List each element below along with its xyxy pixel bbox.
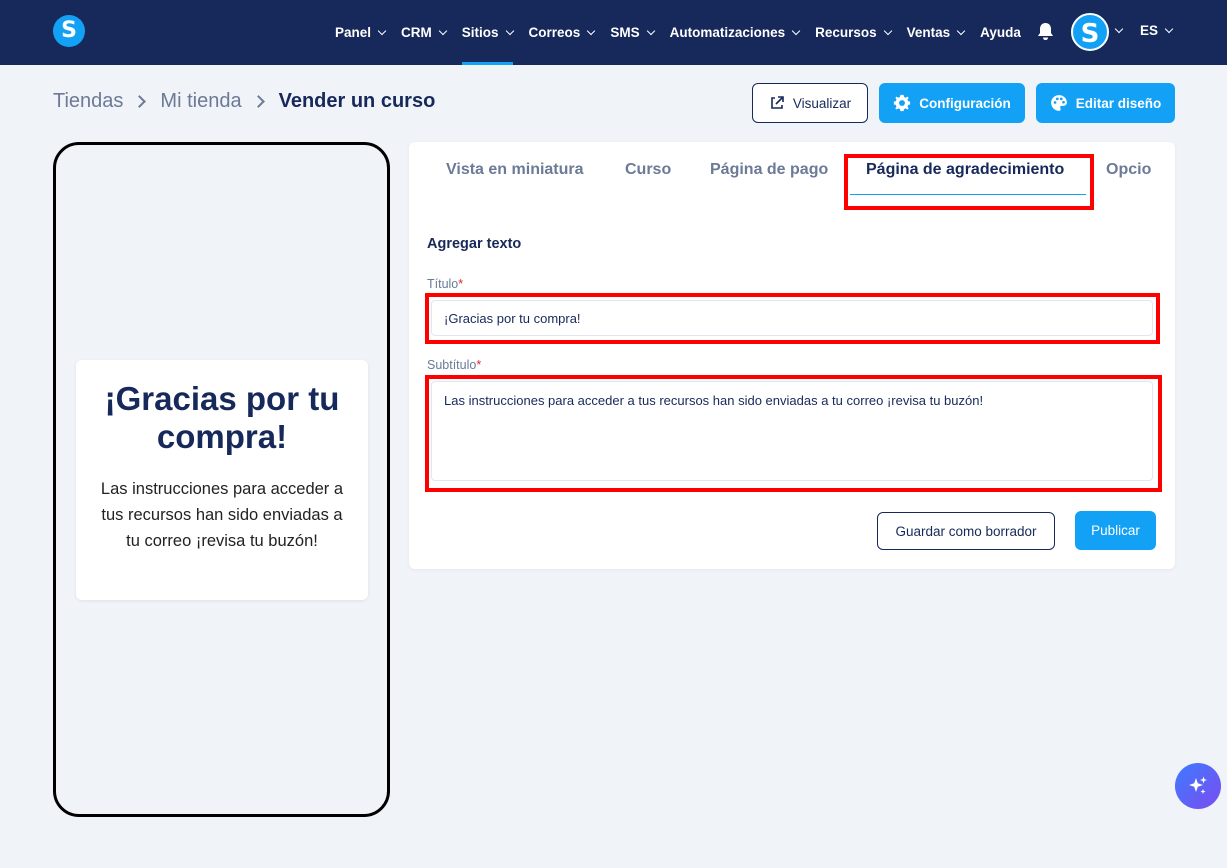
chevron-down-icon[interactable] — [1114, 24, 1124, 34]
nav-item-ayuda[interactable]: Ayuda — [980, 0, 1021, 65]
chevron-down-icon — [438, 26, 448, 35]
gear-icon — [894, 94, 911, 112]
tab-thumbnail[interactable]: Vista en miniatura — [446, 161, 584, 179]
nav-label: Ventas — [906, 25, 951, 40]
subtitle-field-label: Subtítulo* — [427, 358, 481, 372]
nav-item-sms[interactable]: SMS — [610, 0, 655, 65]
nav-item-sitios[interactable]: Sitios — [461, 0, 514, 65]
phone-preview: ¡Gracias por tu compra! Las instruccione… — [53, 142, 390, 817]
nav-label: Panel — [335, 25, 372, 40]
save-draft-label: Guardar como borrador — [895, 523, 1037, 539]
chevron-down-icon[interactable] — [1164, 24, 1174, 34]
active-tab-indicator — [850, 194, 1086, 195]
save-draft-button[interactable]: Guardar como borrador — [877, 512, 1055, 550]
publish-label: Publicar — [1091, 523, 1140, 538]
top-navbar: S Panel CRM Sitios Correos SMS Automatiz… — [0, 0, 1227, 65]
nav-item-panel[interactable]: Panel — [335, 0, 387, 65]
chevron-down-icon — [587, 26, 596, 35]
edit-design-button[interactable]: Editar diseño — [1036, 83, 1175, 123]
chevron-right-icon — [133, 95, 147, 108]
chevron-down-icon — [883, 26, 892, 35]
bell-icon[interactable] — [1037, 22, 1054, 41]
tab-course[interactable]: Curso — [625, 161, 671, 179]
chevron-down-icon — [377, 26, 387, 35]
nav-label: Sitios — [461, 25, 499, 40]
title-field-label: Título* — [427, 277, 463, 291]
settings-button[interactable]: Configuración — [879, 83, 1025, 123]
settings-button-label: Configuración — [919, 95, 1011, 111]
nav-label: Automatizaciones — [669, 25, 786, 40]
preview-button[interactable]: Visualizar — [752, 83, 868, 123]
required-mark: * — [476, 358, 482, 372]
sparkles-icon — [1189, 776, 1207, 794]
preview-title: ¡Gracias por tu compra! — [104, 380, 340, 455]
title-label-text: Título — [427, 277, 459, 291]
ai-assistant-button[interactable] — [1175, 763, 1221, 809]
preview-subtitle: Las instrucciones para acceder a tus rec… — [100, 480, 344, 550]
chevron-down-icon — [505, 26, 514, 35]
nav-label: Correos — [528, 25, 581, 40]
breadcrumb-item-tiendas[interactable]: Tiendas — [53, 90, 123, 113]
editor-panel: Vista en miniatura Curso Página de pago … — [409, 142, 1175, 569]
preview-button-label: Visualizar — [792, 95, 852, 111]
chevron-down-icon — [791, 26, 801, 35]
subtitle-label-text: Subtítulo — [427, 358, 477, 372]
chevron-down-icon — [956, 26, 966, 35]
user-avatar[interactable]: S — [1071, 13, 1109, 51]
tab-bar: Vista en miniatura Curso Página de pago … — [409, 142, 1175, 198]
thank-you-card: ¡Gracias por tu compra! Las instruccione… — [76, 360, 368, 600]
language-selector[interactable]: ES — [1140, 23, 1158, 38]
main-nav: Panel CRM Sitios Correos SMS Automatizac… — [335, 0, 1037, 65]
required-mark: * — [458, 277, 464, 291]
palette-icon — [1050, 95, 1067, 111]
section-title: Agregar texto — [427, 236, 522, 252]
subtitle-textarea[interactable]: Las instrucciones para acceder a tus rec… — [431, 381, 1153, 481]
nav-item-ventas[interactable]: Ventas — [906, 0, 966, 65]
external-link-icon — [771, 96, 784, 109]
breadcrumb-item-mi-tienda[interactable]: Mi tienda — [160, 90, 241, 113]
nav-item-correos[interactable]: Correos — [528, 0, 596, 65]
publish-button[interactable]: Publicar — [1075, 511, 1156, 550]
breadcrumb: Tiendas Mi tienda Vender un curso — [53, 90, 435, 113]
tab-thank-you-page[interactable]: Página de agradecimiento — [866, 161, 1064, 179]
nav-label: SMS — [610, 25, 640, 40]
edit-design-button-label: Editar diseño — [1075, 95, 1162, 111]
app-logo[interactable]: S — [53, 15, 85, 47]
nav-item-recursos[interactable]: Recursos — [815, 0, 892, 65]
chevron-down-icon — [646, 26, 655, 35]
nav-label: Recursos — [815, 25, 877, 40]
nav-item-automatizaciones[interactable]: Automatizaciones — [669, 0, 801, 65]
nav-label: CRM — [401, 25, 432, 40]
chevron-right-icon — [251, 95, 265, 108]
title-input[interactable] — [431, 300, 1153, 336]
page-title: Vender un curso — [278, 90, 436, 112]
tab-options[interactable]: Opcio — [1106, 161, 1151, 179]
tab-checkout-page[interactable]: Página de pago — [710, 161, 828, 179]
nav-item-crm[interactable]: CRM — [401, 0, 448, 65]
nav-label: Ayuda — [980, 25, 1021, 40]
